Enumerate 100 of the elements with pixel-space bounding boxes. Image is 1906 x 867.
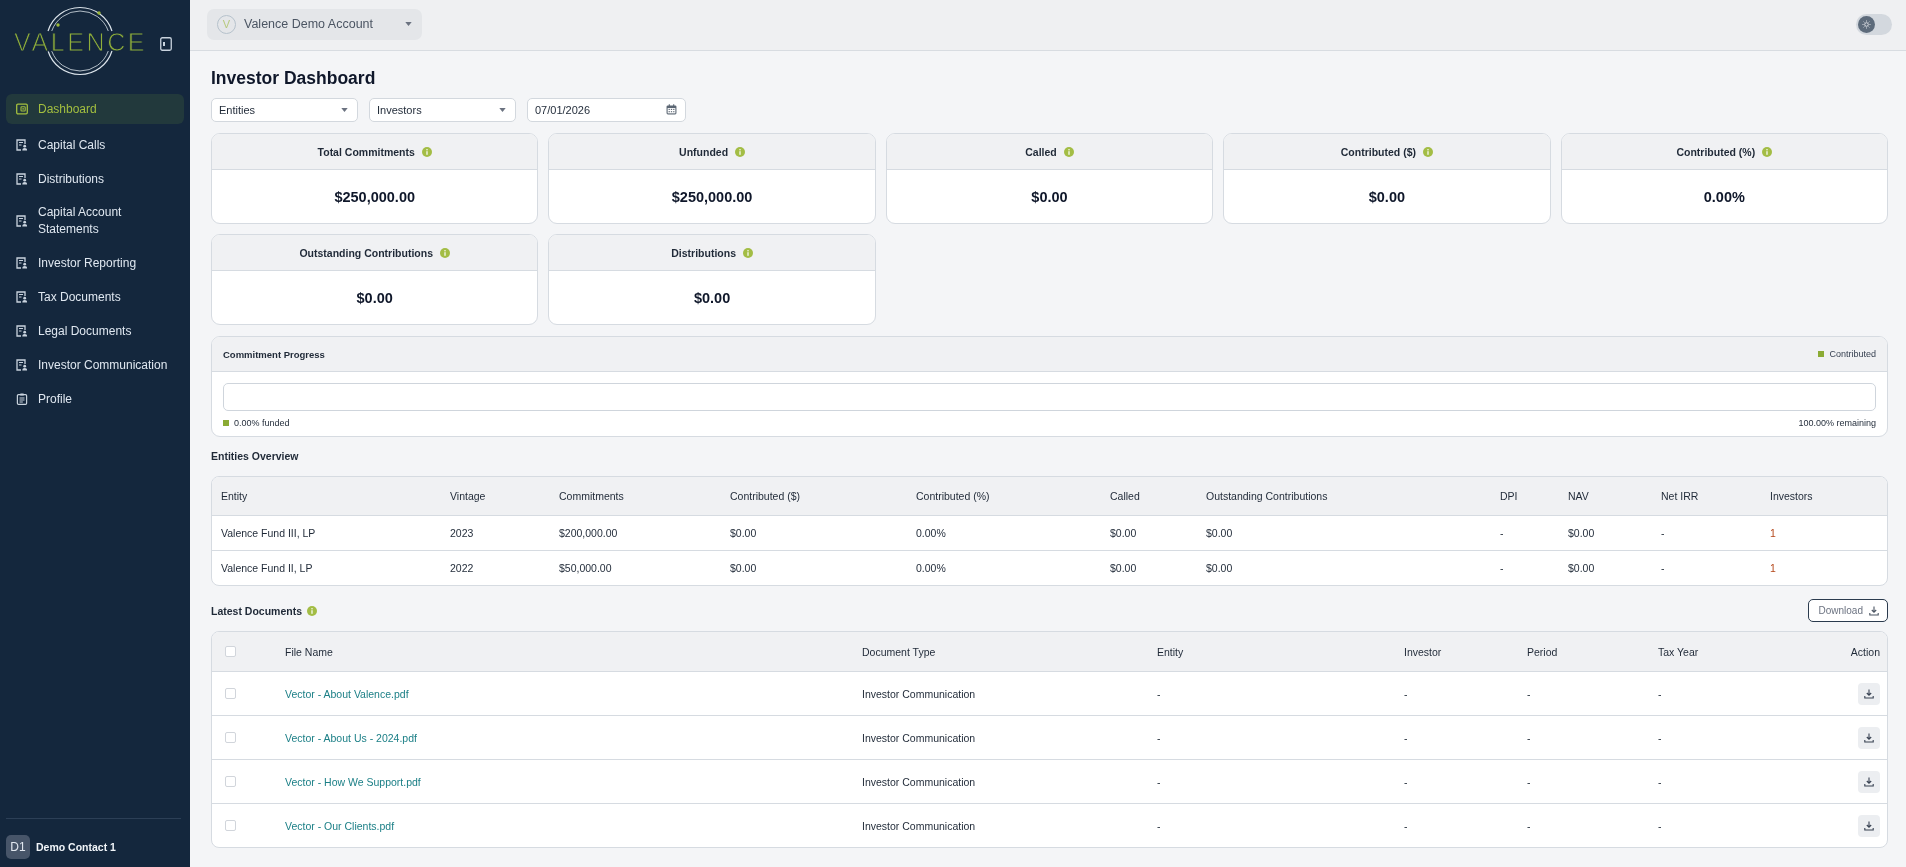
nav-item[interactable]: Capital Account Statements [6,196,184,246]
file-link[interactable]: Vector - About Valence.pdf [285,687,409,700]
user-name: Demo Contact 1 [36,841,116,853]
table-cell: Investor Communication [853,715,1148,760]
info-icon[interactable] [421,146,432,157]
row-download-button[interactable] [1858,814,1880,837]
legend-label: Contributed [1829,349,1876,359]
table-cell: $0.00 [1559,550,1652,585]
document-user-icon [16,359,28,371]
nav-item[interactable]: Tax Documents [6,280,184,314]
nav-item[interactable]: Distributions [6,162,184,196]
metric-label: Unfunded [679,145,729,158]
nav-item[interactable]: Legal Documents [6,314,184,348]
file-link[interactable]: Vector - Our Clients.pdf [285,819,395,832]
metric-label: Outstanding Contributions [299,246,433,259]
metric-value: $0.00 [1031,188,1068,205]
table-cell: - [1649,759,1781,804]
table-cell: - [1518,759,1649,804]
legend-swatch-icon [223,420,229,426]
table-cell: - [1518,671,1649,716]
column-header: Outstanding Contributions [1197,477,1491,516]
checkbox[interactable] [225,688,236,699]
metric-value: 0.00% [1703,188,1745,205]
remaining-label: 100.00% remaining [1798,418,1876,428]
table-cell: $0.00 [1101,550,1197,585]
column-header: Contributed ($) [721,477,907,516]
download-icon [1864,732,1874,743]
table-cell: - [1395,759,1518,804]
row-download-button[interactable] [1858,770,1880,793]
table-cell: $0.00 [1197,515,1491,551]
column-header: NAV [1559,477,1652,516]
checkbox[interactable] [225,776,236,787]
row-download-button[interactable] [1858,682,1880,705]
info-icon[interactable] [735,146,746,157]
logo-text: VALENCE [14,29,148,55]
table-cell: $0.00 [1197,550,1491,585]
info-icon[interactable] [439,247,450,258]
table-cell: - [1649,715,1781,760]
info-icon[interactable] [1423,146,1433,157]
sidebar-collapse-icon[interactable] [160,37,173,51]
table-cell: $0.00 [1101,515,1197,551]
caret-icon [405,22,412,26]
document-user-icon [16,291,28,303]
table-cell: - [1491,550,1559,585]
nav-item[interactable]: Capital Calls [6,128,184,162]
table-cell: $0.00 [1559,515,1652,551]
table-cell: - [1148,803,1395,847]
sun-icon [1862,19,1871,29]
document-user-icon [16,215,28,227]
metric-label: Called [1025,145,1057,158]
document-user-icon [16,325,28,337]
info-icon[interactable] [742,247,753,258]
column-header: DPI [1491,477,1559,516]
metric-value: $0.00 [1368,188,1406,205]
section-title: Latest Documents [211,604,303,617]
table-cell: - [1518,715,1649,760]
table-cell: - [1395,803,1518,847]
document-user-icon [16,257,28,269]
checkbox[interactable] [225,820,236,831]
column-header: Vintage [441,477,550,516]
checkbox[interactable] [225,732,236,743]
table-cell: - [1649,671,1781,716]
column-header: Action [1781,632,1887,672]
info-icon[interactable] [1063,146,1074,157]
column-header: Net IRR [1652,477,1761,516]
nav-item[interactable]: Dashboard [6,94,184,124]
table-cell: 1 [1761,550,1887,585]
nav-item[interactable]: Profile [6,382,184,416]
nav-item[interactable]: Investor Reporting [6,246,184,280]
column-header: Called [1101,477,1197,516]
caret-icon [499,108,506,112]
table-cell: - [1395,715,1518,760]
date-field[interactable]: 07/01/2026 [527,98,686,122]
metric-value: $250,000.00 [671,188,753,205]
download-button[interactable]: Download [1807,599,1888,622]
metric-value: $250,000.00 [334,188,415,205]
metric-value: $0.00 [693,289,731,306]
info-icon[interactable] [307,605,318,616]
theme-toggle[interactable] [1856,13,1892,35]
checkbox[interactable] [225,646,236,657]
file-link[interactable]: Vector - How We Support.pdf [285,775,421,788]
wallet-icon [16,103,28,115]
table-cell: $0.00 [721,515,907,551]
file-link[interactable]: Vector - About Us - 2024.pdf [285,731,417,744]
dropdown-field[interactable]: Investors [369,98,516,122]
metric-value: $0.00 [356,289,393,306]
table-cell: - [1148,671,1395,716]
calendar-icon[interactable] [666,104,677,115]
metric-label: Total Commitments [317,145,415,158]
column-header: Document Type [853,632,1148,672]
table-cell: - [1649,803,1781,847]
dropdown-field[interactable]: Entities [211,98,358,122]
user-avatar[interactable]: D1 [6,835,30,859]
row-download-button[interactable] [1858,726,1880,749]
info-icon[interactable] [1762,146,1773,157]
caret-icon [341,108,348,112]
table-cell: 0.00% [907,550,1101,585]
table-cell: $200,000.00 [550,515,721,551]
nav-item[interactable]: Investor Communication [6,348,184,382]
account-selector[interactable]: V Valence Demo Account [207,8,422,40]
